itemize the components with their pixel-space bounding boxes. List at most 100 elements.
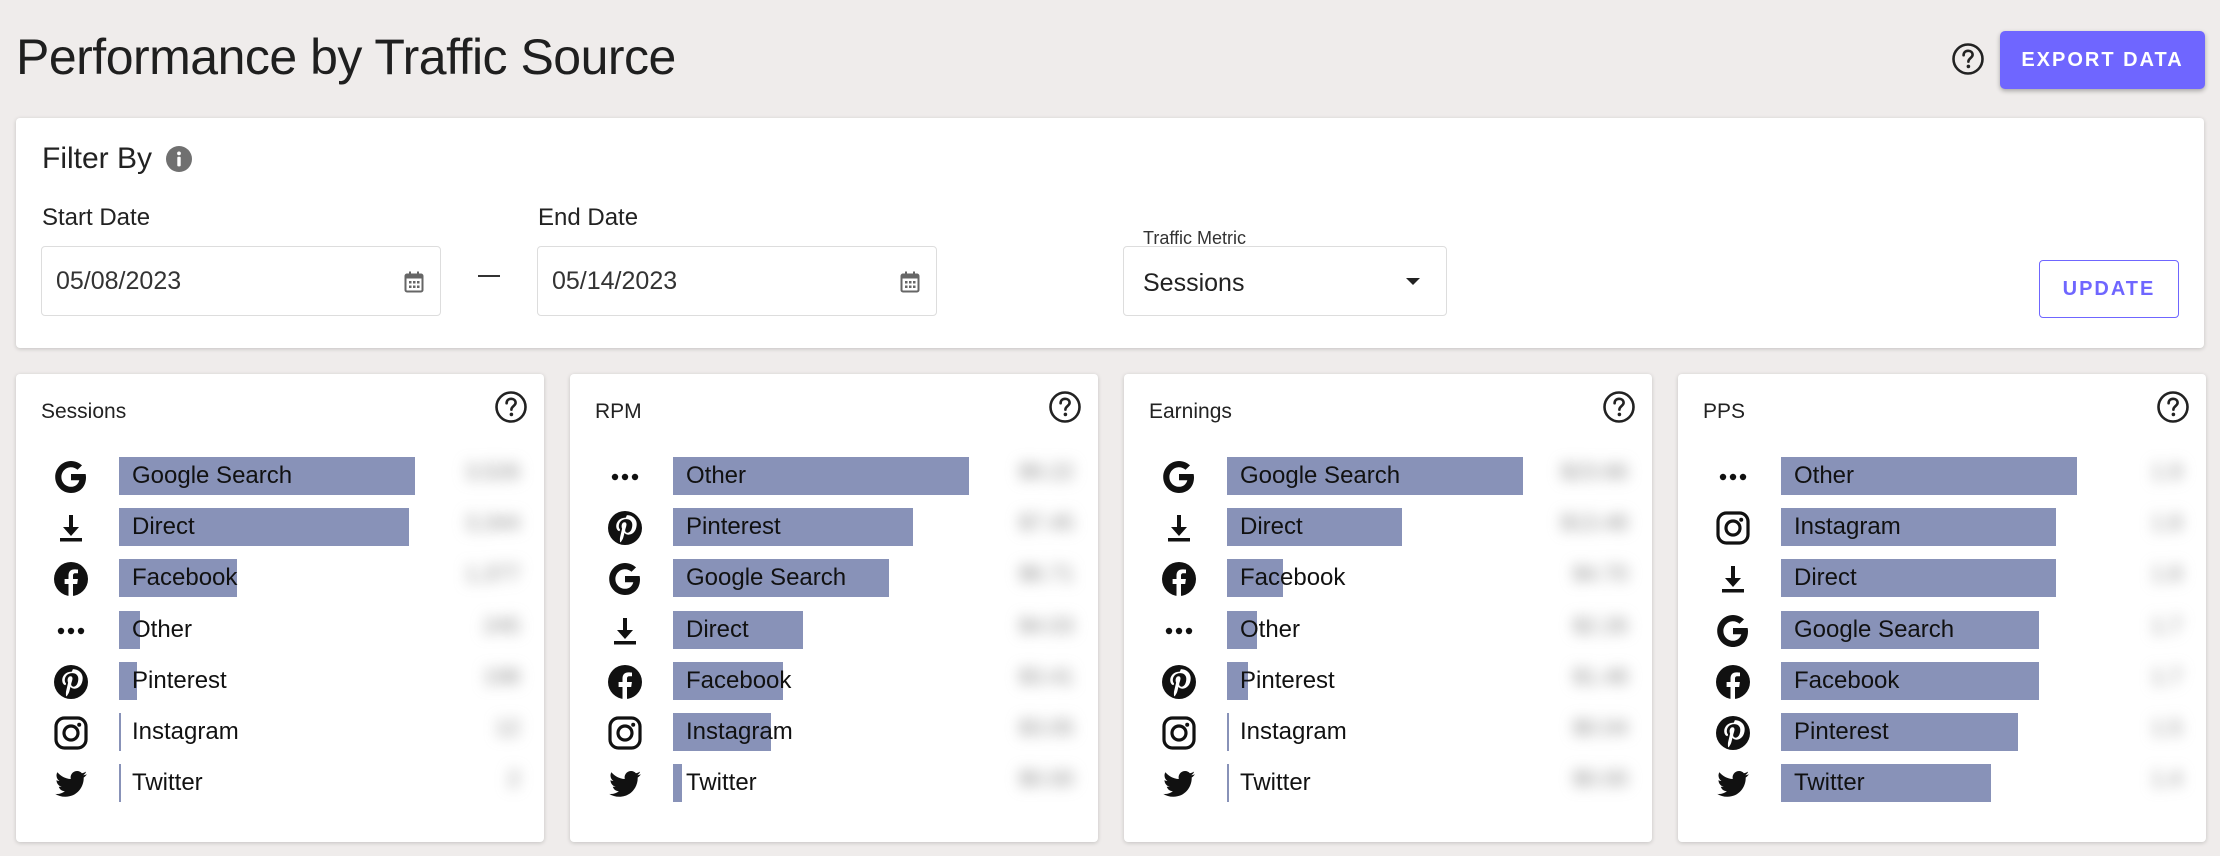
list-item: Pinterest 1.5 [1678, 706, 2206, 757]
source-label: Facebook [1240, 564, 1346, 592]
metric-value: 1.8 [2151, 561, 2182, 587]
source-label: Twitter [686, 769, 757, 797]
list-item: Direct 3,344 [16, 501, 544, 552]
filter-panel: Filter By Start Date End Date [16, 118, 2204, 348]
list-item: Pinterest $7.45 [570, 501, 1098, 552]
metric-value: 1,377 [464, 561, 520, 587]
metric-value: 1.5 [2151, 714, 2182, 740]
end-date-input[interactable] [552, 267, 852, 296]
source-label: Other [686, 462, 747, 489]
list-item: Google Search 1.7 [1678, 604, 2206, 655]
metric-value: $4.03 [1018, 612, 1074, 638]
info-icon[interactable] [165, 145, 193, 173]
source-label: Facebook [1794, 666, 1900, 694]
more-icon [1714, 458, 1752, 496]
list-item: Instagram $3.05 [570, 706, 1098, 757]
source-label: Google Search [686, 564, 847, 592]
export-data-button[interactable]: EXPORT DATA [2000, 31, 2205, 89]
facebook-icon [52, 560, 90, 598]
facebook-icon [1160, 560, 1198, 598]
source-label: Pinterest [1794, 717, 1889, 745]
metric-card-rpm: RPM Other $9.22 Pinterest $7.45 Google Search… [570, 374, 1098, 842]
metric-value: 12 [495, 714, 520, 740]
help-icon[interactable] [1951, 42, 1985, 76]
metric-value: 198 [483, 663, 520, 689]
update-button[interactable]: UPDATE [2039, 260, 2179, 318]
source-label: Google Search [1794, 615, 1955, 643]
end-date-field[interactable] [537, 246, 937, 316]
source-label: Instagram [132, 717, 239, 745]
filter-title: Filter By [42, 142, 153, 175]
more-icon [1160, 612, 1198, 650]
twitter-icon [1714, 765, 1752, 803]
metric-value: 2 [507, 766, 520, 792]
list-item: Direct $4.03 [570, 604, 1098, 655]
end-date-label: End Date [538, 204, 639, 231]
metric-value: $9.22 [1018, 459, 1074, 484]
metric-card-earnings: Earnings Google Search $23.66 Direct $13.48 F… [1124, 374, 1652, 842]
metric-value: 245 [483, 612, 520, 638]
chevron-down-icon [1406, 278, 1420, 285]
metric-value: 1.7 [2151, 663, 2182, 689]
list-item: Twitter $0.00 [1124, 757, 1652, 808]
more-icon [52, 612, 90, 650]
help-icon[interactable] [2156, 390, 2190, 424]
list-item: Other 1.9 [1678, 450, 2206, 501]
start-date-label: Start Date [42, 204, 151, 231]
instagram-icon [52, 714, 90, 752]
source-label: Facebook [686, 666, 792, 694]
calendar-icon[interactable] [900, 271, 920, 293]
google-icon [1160, 458, 1198, 496]
source-label: Instagram [686, 717, 793, 745]
metric-value: 1.8 [2151, 510, 2182, 536]
download-icon [606, 612, 644, 650]
facebook-icon [1714, 663, 1752, 701]
share-bar [1227, 712, 1229, 751]
pinterest-icon [606, 509, 644, 547]
source-label: Google Search [132, 462, 293, 489]
list-item: Google Search 3,526 [16, 450, 544, 501]
list-item: Twitter 2 [16, 757, 544, 808]
source-label: Twitter [1240, 769, 1311, 797]
source-label: Other [1240, 615, 1301, 643]
source-list: Google Search $23.66 Direct $13.48 Facebook $… [1124, 450, 1652, 808]
source-label: Facebook [132, 564, 238, 592]
calendar-icon[interactable] [404, 271, 424, 293]
google-icon [1714, 612, 1752, 650]
source-label: Pinterest [1240, 666, 1335, 694]
source-label: Twitter [132, 769, 203, 797]
metric-value: $13.48 [1560, 510, 1628, 536]
metric-value: $0.04 [1572, 714, 1628, 740]
list-item: Twitter 1.4 [1678, 757, 2206, 808]
google-icon [52, 458, 90, 496]
traffic-metric-value: Sessions [1143, 269, 1245, 297]
share-bar [119, 764, 121, 803]
list-item: Direct $13.48 [1124, 501, 1652, 552]
metric-value: $6.71 [1018, 561, 1074, 587]
start-date-field[interactable] [41, 246, 441, 316]
help-icon[interactable] [494, 390, 528, 424]
facebook-icon [606, 663, 644, 701]
metric-value: 1.4 [2151, 766, 2182, 792]
metric-value: $23.66 [1560, 459, 1628, 484]
instagram-icon [1714, 509, 1752, 547]
list-item: Other $2.26 [1124, 604, 1652, 655]
download-icon [1160, 509, 1198, 547]
share-bar [119, 712, 121, 751]
metric-value: $3.41 [1018, 663, 1074, 689]
pinterest-icon [1160, 663, 1198, 701]
start-date-input[interactable] [56, 267, 356, 296]
card-title: Sessions [41, 400, 127, 423]
list-item: Other $9.22 [570, 450, 1098, 501]
help-icon[interactable] [1602, 390, 1636, 424]
list-item: Pinterest $1.48 [1124, 655, 1652, 706]
source-list: Other 1.9 Instagram 1.8 Direct 1.8 Google Sear… [1678, 450, 2206, 808]
metric-value: 3,526 [464, 459, 520, 484]
pinterest-icon [52, 663, 90, 701]
metric-card-pps: PPS Other 1.9 Instagram 1.8 Direct 1.8 Google S… [1678, 374, 2206, 842]
help-icon[interactable] [1048, 390, 1082, 424]
source-label: Instagram [1794, 513, 1901, 541]
traffic-metric-select[interactable]: Sessions [1123, 246, 1447, 316]
list-item: Facebook $3.41 [570, 655, 1098, 706]
list-item: Instagram $0.04 [1124, 706, 1652, 757]
